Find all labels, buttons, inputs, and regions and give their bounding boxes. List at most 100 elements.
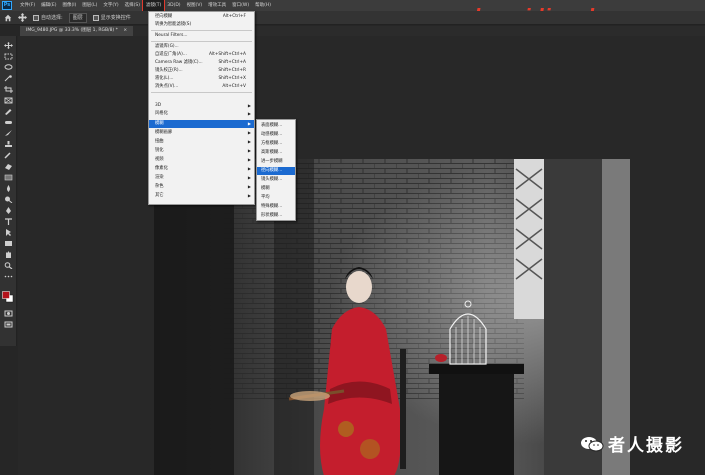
- submenu-arrow-icon: ▶: [247, 111, 251, 116]
- screen-mode-icon[interactable]: [4, 321, 13, 328]
- submenu-arrow-icon: ▶: [247, 121, 251, 126]
- hand-icon[interactable]: [4, 251, 13, 258]
- healing-brush-icon[interactable]: [4, 119, 13, 126]
- quick-mask-icon[interactable]: [4, 310, 13, 317]
- layer-dropdown[interactable]: 图层: [68, 12, 87, 23]
- filter-menu-item[interactable]: 径向模糊 Alt+Ctrl+F: [149, 13, 254, 21]
- filter-menu-item[interactable]: 消失点(V)... Alt+Ctrl+V: [149, 83, 254, 91]
- filter-menu-item[interactable]: 液化(L)... Shift+Ctrl+X: [149, 75, 254, 83]
- blur-submenu-item[interactable]: 平均: [257, 194, 295, 202]
- auto-select-checkbox[interactable]: [33, 14, 39, 21]
- filter-menu-item[interactable]: 3D ▶: [149, 102, 254, 110]
- submenu-arrow-icon: ▶: [247, 193, 251, 198]
- document-photo[interactable]: [154, 159, 630, 475]
- move-tool-icon[interactable]: [18, 13, 27, 22]
- lasso-icon[interactable]: [4, 64, 13, 71]
- canvas-area[interactable]: [18, 36, 705, 475]
- filter-menu-item[interactable]: 风格化 ▶: [149, 110, 254, 118]
- tools-panel: [0, 36, 17, 346]
- menu-separator: [151, 92, 252, 93]
- filter-menu-item[interactable]: 转换为智能滤镜(S): [149, 21, 254, 29]
- filter-menu-item-blur[interactable]: 模糊 ▶: [149, 120, 254, 128]
- eraser-icon[interactable]: [4, 163, 13, 170]
- blur-submenu-item[interactable]: 进一步模糊: [257, 158, 295, 166]
- filter-menu-item[interactable]: Neural Filters...: [149, 32, 254, 40]
- submenu-arrow-icon: ▶: [247, 157, 251, 162]
- menu-layer[interactable]: 图层(L): [79, 0, 100, 11]
- menu-select[interactable]: 选择(S): [122, 0, 143, 11]
- auto-select-label: 自动选择:: [41, 15, 63, 21]
- blur-submenu-item[interactable]: 形状模糊...: [257, 212, 295, 220]
- gradient-icon[interactable]: [4, 174, 13, 181]
- filter-menu-item[interactable]: 视频 ▶: [149, 156, 254, 164]
- dodge-icon[interactable]: [4, 196, 13, 203]
- close-icon[interactable]: ×: [123, 28, 127, 33]
- blur-submenu-item[interactable]: 特殊模糊...: [257, 203, 295, 211]
- history-brush-icon[interactable]: [4, 152, 13, 159]
- photoshop-logo: Ps: [2, 1, 12, 10]
- brush-icon[interactable]: [4, 130, 13, 137]
- filter-menu-item[interactable]: 锐化 ▶: [149, 147, 254, 155]
- filter-menu: 径向模糊 Alt+Ctrl+F 转换为智能滤镜(S) Neural Filters…: [148, 11, 255, 205]
- eyedropper-icon[interactable]: [4, 108, 13, 115]
- menu-separator: [151, 41, 252, 42]
- move-icon[interactable]: [4, 42, 13, 49]
- filter-menu-item[interactable]: 镜头校正(R)... Shift+Ctrl+R: [149, 67, 254, 75]
- pen-icon[interactable]: [4, 207, 13, 214]
- menu-plugins[interactable]: 增效工具: [205, 0, 229, 11]
- document-tab-bar: IMG_9480.JPG @ 33.3% (图层 1, RGB/8) * ×: [20, 26, 705, 36]
- zoom-icon[interactable]: [4, 262, 13, 269]
- menu-view[interactable]: 视图(V): [184, 0, 206, 11]
- show-transform-checkbox[interactable]: [92, 14, 99, 21]
- blur-submenu-item[interactable]: 动感模糊...: [257, 131, 295, 139]
- menu-file[interactable]: 文件(F): [17, 0, 38, 11]
- filter-menu-item[interactable]: 其它 ▶: [149, 192, 254, 200]
- menu-window[interactable]: 窗口(W): [229, 0, 252, 11]
- menu-filter[interactable]: 滤镜(T): [141, 0, 166, 12]
- filter-menu-item[interactable]: 渲染 ▶: [149, 174, 254, 182]
- menu-edit[interactable]: 编辑(E): [38, 0, 59, 11]
- path-select-icon[interactable]: [4, 229, 13, 236]
- photo-illustration: [154, 159, 630, 475]
- type-icon[interactable]: [4, 218, 13, 225]
- filter-menu-item[interactable]: 像素化 ▶: [149, 165, 254, 173]
- marquee-icon[interactable]: [4, 53, 13, 60]
- blur-submenu: 表面模糊... 动感模糊... 方框模糊... 高斯模糊... 进一步模糊 径向…: [256, 119, 296, 221]
- document-tab[interactable]: IMG_9480.JPG @ 33.3% (图层 1, RGB/8) * ×: [20, 26, 134, 36]
- menu-separator: [151, 30, 252, 31]
- more-tools-icon[interactable]: [4, 273, 13, 280]
- blur-tool-icon[interactable]: [4, 185, 13, 192]
- filter-menu-item[interactable]: 滤镜库(G)...: [149, 43, 254, 51]
- home-icon[interactable]: [4, 14, 12, 22]
- menu-image[interactable]: 图像(I): [59, 0, 79, 11]
- blur-submenu-item[interactable]: 模糊: [257, 185, 295, 193]
- filter-menu-item[interactable]: 扭曲 ▶: [149, 138, 254, 146]
- filter-menu-item[interactable]: 模糊画廊 ▶: [149, 129, 254, 137]
- document-tab-title: IMG_9480.JPG @ 33.3% (图层 1, RGB/8) *: [26, 28, 118, 33]
- rectangle-icon[interactable]: [4, 240, 13, 247]
- quick-select-icon[interactable]: [4, 75, 13, 82]
- wechat-icon: [581, 436, 604, 451]
- submenu-arrow-icon: ▶: [247, 175, 251, 180]
- options-bar: 自动选择: 图层 显示变换控件: [0, 11, 705, 25]
- menu-help[interactable]: 帮助(H): [252, 0, 274, 11]
- clone-stamp-icon[interactable]: [4, 141, 13, 148]
- blur-submenu-item[interactable]: 表面模糊...: [257, 122, 295, 130]
- blur-submenu-item[interactable]: 镜头模糊...: [257, 176, 295, 184]
- crop-icon[interactable]: [4, 86, 13, 93]
- show-transform-label: 显示变换控件: [100, 15, 131, 21]
- menu-3d[interactable]: 3D(D): [164, 0, 183, 11]
- filter-menu-item[interactable]: 杂色 ▶: [149, 183, 254, 191]
- submenu-arrow-icon: ▶: [247, 139, 251, 144]
- blur-submenu-item[interactable]: 方框模糊...: [257, 140, 295, 148]
- color-swatches-icon[interactable]: [2, 291, 14, 303]
- watermark-account-name: 者人摄影: [608, 436, 684, 456]
- menu-type[interactable]: 文字(Y): [100, 0, 121, 11]
- submenu-arrow-icon: ▶: [247, 184, 251, 189]
- blur-submenu-item[interactable]: 高斯模糊...: [257, 149, 295, 157]
- filter-menu-item[interactable]: 自适应广角(A)... Alt+Shift+Ctrl+A: [149, 51, 254, 59]
- submenu-arrow-icon: ▶: [247, 130, 251, 135]
- filter-menu-item[interactable]: Camera Raw 滤镜(C)... Shift+Ctrl+A: [149, 59, 254, 67]
- frame-icon[interactable]: [4, 97, 13, 104]
- blur-submenu-item-radial[interactable]: 径向模糊...: [257, 167, 295, 175]
